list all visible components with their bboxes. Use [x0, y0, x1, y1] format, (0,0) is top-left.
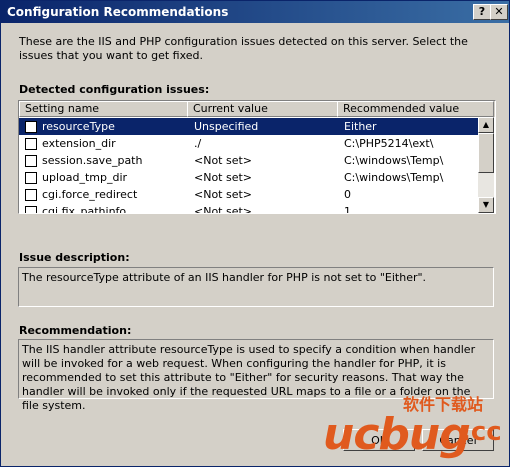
table-row[interactable]: cgi.fix_pathinfo <Not set> 1 — [19, 203, 478, 213]
table-row[interactable]: upload_tmp_dir <Not set> C:\windows\Temp… — [19, 169, 478, 186]
help-button[interactable]: ? — [473, 4, 491, 20]
table-row[interactable]: extension_dir ./ C:\PHP5214\ext\ — [19, 135, 478, 152]
table-row[interactable]: cgi.force_redirect <Not set> 0 — [19, 186, 478, 203]
watermark-main-text: ucbug — [323, 409, 471, 460]
row-checkbox[interactable] — [25, 172, 37, 184]
scroll-down-arrow-icon[interactable]: ▼ — [478, 197, 494, 213]
current-value: <Not set> — [194, 171, 253, 184]
scroll-thumb[interactable] — [478, 133, 494, 173]
setting-name: upload_tmp_dir — [42, 171, 128, 184]
row-checkbox[interactable] — [25, 121, 37, 133]
recommended-value: C:\windows\Temp\ — [344, 171, 444, 184]
issues-list[interactable]: Setting name Current value Recommended v… — [18, 100, 496, 214]
window-title: Configuration Recommendations — [7, 5, 229, 19]
detected-issues-label: Detected configuration issues: — [19, 83, 210, 96]
current-value: ./ — [194, 137, 202, 150]
list-header: Setting name Current value Recommended v… — [19, 101, 495, 117]
column-header-current-value[interactable]: Current value — [187, 101, 338, 117]
vertical-scrollbar[interactable]: ▲ ▼ — [478, 117, 494, 213]
current-value: <Not set> — [194, 188, 253, 201]
table-row[interactable]: resourceType Unspecified Either — [19, 118, 478, 135]
current-value: <Not set> — [194, 205, 253, 213]
column-header-setting-name[interactable]: Setting name — [19, 101, 188, 117]
column-header-recommended-value[interactable]: Recommended value — [337, 101, 494, 117]
setting-name: session.save_path — [42, 154, 143, 167]
list-body: resourceType Unspecified Either extensio… — [19, 117, 478, 213]
configuration-dialog: Configuration Recommendations ? ✕ These … — [0, 0, 510, 467]
row-checkbox[interactable] — [25, 138, 37, 150]
recommendation-label: Recommendation: — [19, 324, 132, 337]
watermark-suffix-text: .cc — [461, 417, 502, 447]
recommended-value: C:\windows\Temp\ — [344, 154, 444, 167]
row-checkbox[interactable] — [25, 189, 37, 201]
current-value: <Not set> — [194, 154, 253, 167]
row-checkbox[interactable] — [25, 206, 37, 213]
setting-name: extension_dir — [42, 137, 116, 150]
current-value: Unspecified — [194, 120, 259, 133]
setting-name: cgi.fix_pathinfo — [42, 205, 127, 213]
recommended-value: Either — [344, 120, 377, 133]
title-bar: Configuration Recommendations ? ✕ — [1, 1, 509, 23]
issue-description-box: The resourceType attribute of an IIS han… — [18, 267, 494, 307]
intro-text: These are the IIS and PHP configuration … — [19, 35, 468, 62]
watermark-logo: 软件下载站 ucbug .cc — [323, 383, 509, 463]
issue-description-label: Issue description: — [19, 251, 130, 264]
row-checkbox[interactable] — [25, 155, 37, 167]
table-row[interactable]: session.save_path <Not set> C:\windows\T… — [19, 152, 478, 169]
setting-name: cgi.force_redirect — [42, 188, 138, 201]
recommended-value: C:\PHP5214\ext\ — [344, 137, 434, 150]
recommended-value: 0 — [344, 188, 351, 201]
close-button[interactable]: ✕ — [490, 4, 508, 20]
setting-name: resourceType — [42, 120, 115, 133]
recommended-value: 1 — [344, 205, 351, 213]
scroll-up-arrow-icon[interactable]: ▲ — [478, 117, 494, 133]
